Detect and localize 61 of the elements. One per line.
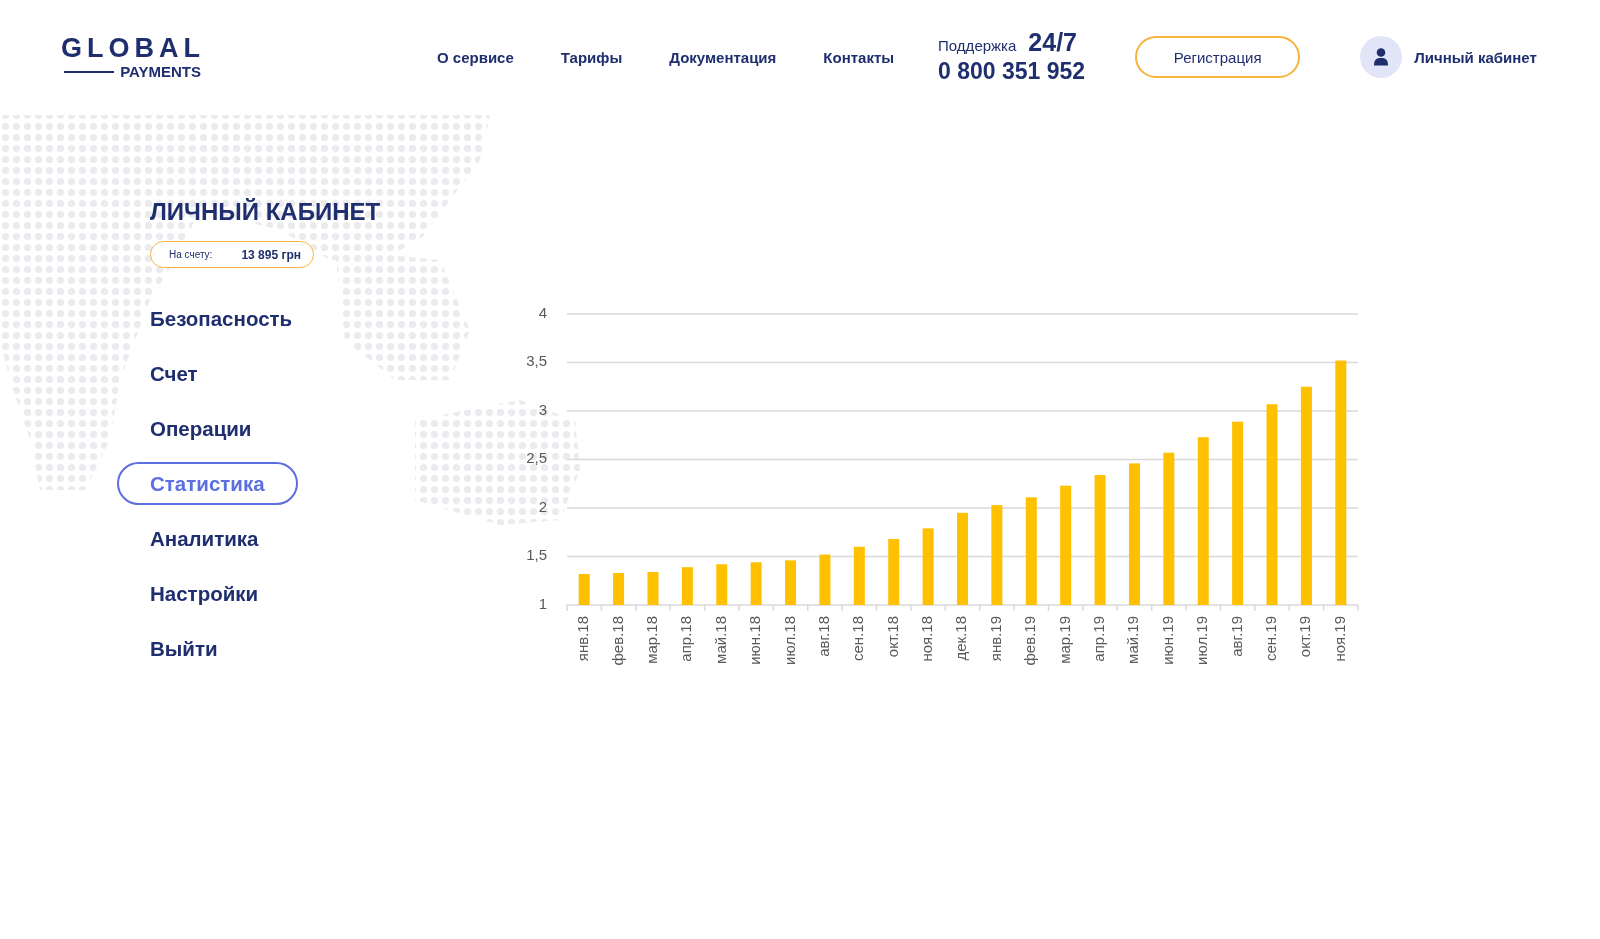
y-axis-label: 2,5 (526, 449, 547, 467)
sidebar-menu-item[interactable]: Счет (150, 361, 198, 386)
nav-link[interactable]: Документация (669, 48, 777, 66)
account-link[interactable]: Личный кабинет (1360, 36, 1537, 78)
y-axis-label: 4 (538, 303, 547, 321)
x-axis-label: сен.19 (1262, 616, 1279, 661)
logo-link[interactable]: GLOBAL PAYMENTS (57, 33, 205, 81)
y-axis-label: 2 (538, 497, 547, 515)
nav-link[interactable]: Тарифы (560, 48, 623, 66)
chart-bar (681, 567, 693, 605)
x-axis-label: ноя.19 (1330, 616, 1348, 662)
x-axis-label: авг.18 (814, 616, 832, 657)
chart-bar (750, 562, 762, 605)
x-axis-label: фев.18 (608, 616, 626, 666)
x-axis-label: июл.18 (780, 616, 798, 665)
x-axis-label: янв.19 (986, 616, 1004, 662)
x-axis-label: окт.18 (883, 616, 901, 658)
x-axis-label: фев.19 (1021, 616, 1039, 666)
support-label: Поддержка (938, 36, 1017, 56)
chart-bar (888, 539, 900, 605)
sidebar-menu-item[interactable]: Аналитика (150, 526, 259, 551)
x-axis-label: май.18 (711, 616, 729, 664)
chart-bar (613, 573, 625, 605)
y-axis-label: 3 (538, 400, 547, 418)
user-icon (1360, 36, 1403, 78)
sidebar-menu-item[interactable]: Статистика (117, 462, 298, 505)
x-axis-label: сен.18 (849, 616, 867, 661)
x-axis-label: янв.18 (574, 616, 592, 662)
support-phone: 0 800 351 952 (938, 57, 1086, 85)
nav-link[interactable]: Контакты (823, 48, 895, 66)
x-axis-label: мар.18 (642, 616, 660, 664)
x-axis-label: июн.18 (746, 616, 764, 665)
x-axis-label: май.19 (1124, 616, 1142, 664)
balance-amount: 13 895 грн (241, 247, 301, 262)
sidebar-menu-item[interactable]: Настройки (150, 581, 259, 606)
x-axis-label: июл.19 (1193, 616, 1211, 665)
x-axis-label: июн.19 (1158, 616, 1176, 665)
x-axis-label: апр.19 (1090, 616, 1108, 662)
x-axis-label: апр.18 (677, 616, 695, 662)
y-axis-label: 1,5 (526, 546, 547, 564)
support-hours: 24/7 (1028, 29, 1077, 55)
register-button[interactable]: Регистрация (1135, 36, 1301, 78)
x-axis-label: ноя.18 (918, 616, 936, 662)
chart-bar (716, 564, 728, 605)
x-axis-label: мар.19 (1055, 616, 1073, 664)
balance-label: На счету: (169, 249, 213, 260)
nav-link[interactable]: О сервисе (437, 48, 514, 66)
chart-bar (647, 572, 659, 605)
y-axis-label: 1 (538, 594, 547, 612)
chart-bar (853, 546, 865, 605)
x-axis-label: авг.19 (1227, 616, 1245, 657)
sidebar-menu-item[interactable]: Безопасность (150, 306, 293, 331)
y-axis-label: 3,5 (526, 352, 547, 370)
chart-bar (819, 554, 831, 605)
page-title: ЛИЧНЫЙ КАБИНЕТ (150, 198, 381, 226)
x-axis-label: окт.19 (1296, 616, 1314, 658)
chart-bar (578, 573, 590, 605)
sidebar-menu-item[interactable]: Операции (150, 416, 252, 441)
sidebar-menu-item[interactable]: Выйти (150, 636, 218, 661)
chart-bar (785, 560, 797, 605)
x-axis-label: дек.18 (952, 616, 970, 661)
